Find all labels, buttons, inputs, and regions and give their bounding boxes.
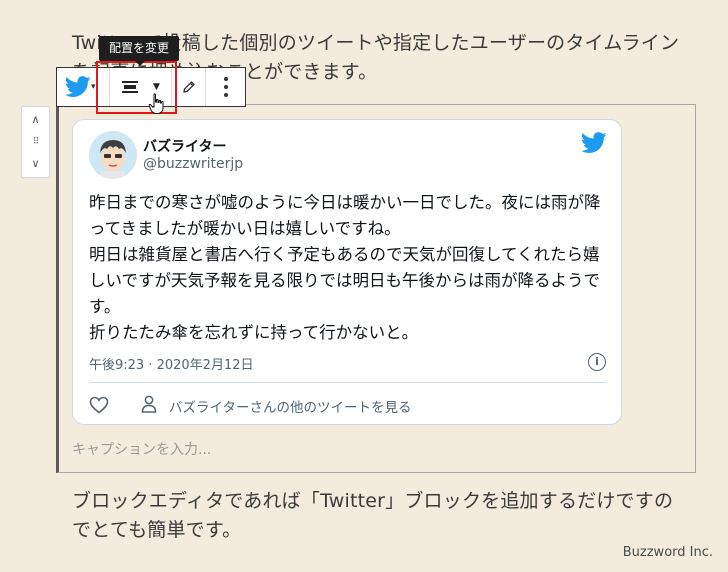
pencil-icon	[183, 81, 195, 93]
move-down-button[interactable]: ∨	[22, 157, 49, 171]
twitter-icon[interactable]	[65, 76, 91, 98]
caret-down-icon: ▾	[91, 82, 96, 92]
info-icon[interactable]: i	[588, 353, 606, 371]
credit-watermark: Buzzword Inc.	[622, 545, 713, 560]
more-vertical-icon	[224, 77, 228, 81]
more-tweets-link[interactable]: バズライターさんの他のツイートを見る	[169, 396, 411, 416]
tweet-line: ってきましたが暖かい日は嬉しいですね。	[89, 219, 401, 238]
person-icon	[141, 395, 157, 413]
outro-paragraph: ブロックエディタであれば「Twitter」ブロックを追加するだけですのでとても簡…	[72, 490, 674, 541]
heart-icon[interactable]	[89, 396, 109, 414]
more-options-button[interactable]	[205, 68, 245, 106]
tweet-line: 明日は雑貨屋と書店へ行く予定もあるので天気が回復してくれたら嬉	[89, 245, 600, 264]
twitter-logo-icon[interactable]	[581, 132, 607, 154]
tweet-card[interactable]: バズライター @buzzwriterjp 昨日までの寒さが嘘のように今日は暖かい…	[72, 119, 622, 425]
tweet-line: 折りたたみ傘を忘れずに持って行かないと。	[89, 323, 419, 342]
author-name[interactable]: バズライター	[143, 136, 226, 156]
drag-handle[interactable]: ⠿	[22, 135, 49, 149]
tooltip: 配置を変更	[99, 36, 179, 66]
caption-input[interactable]: キャプションを入力...	[72, 439, 211, 459]
hand-cursor-icon	[148, 93, 164, 114]
tweet-line: しいですが天気予報を見る限りでは明日も午後からは雨が降るようで	[89, 271, 601, 290]
avatar[interactable]	[89, 131, 137, 179]
author-handle[interactable]: @buzzwriterjp	[143, 156, 243, 172]
tweet-text: 昨日までの寒さが嘘のように今日は暖かい一日でした。夜には雨が降 ってきましたが暖…	[89, 190, 609, 346]
tweet-line: す。	[89, 297, 121, 316]
divider	[89, 382, 607, 383]
block-mover: ∧ ⠿ ∨	[21, 106, 50, 178]
tweet-line: 昨日までの寒さが嘘のように今日は暖かい一日でした。夜には雨が降	[89, 193, 601, 212]
tweet-timestamp[interactable]: 午後9:23 · 2020年2月12日	[89, 354, 254, 373]
move-up-button[interactable]: ∧	[22, 113, 49, 127]
